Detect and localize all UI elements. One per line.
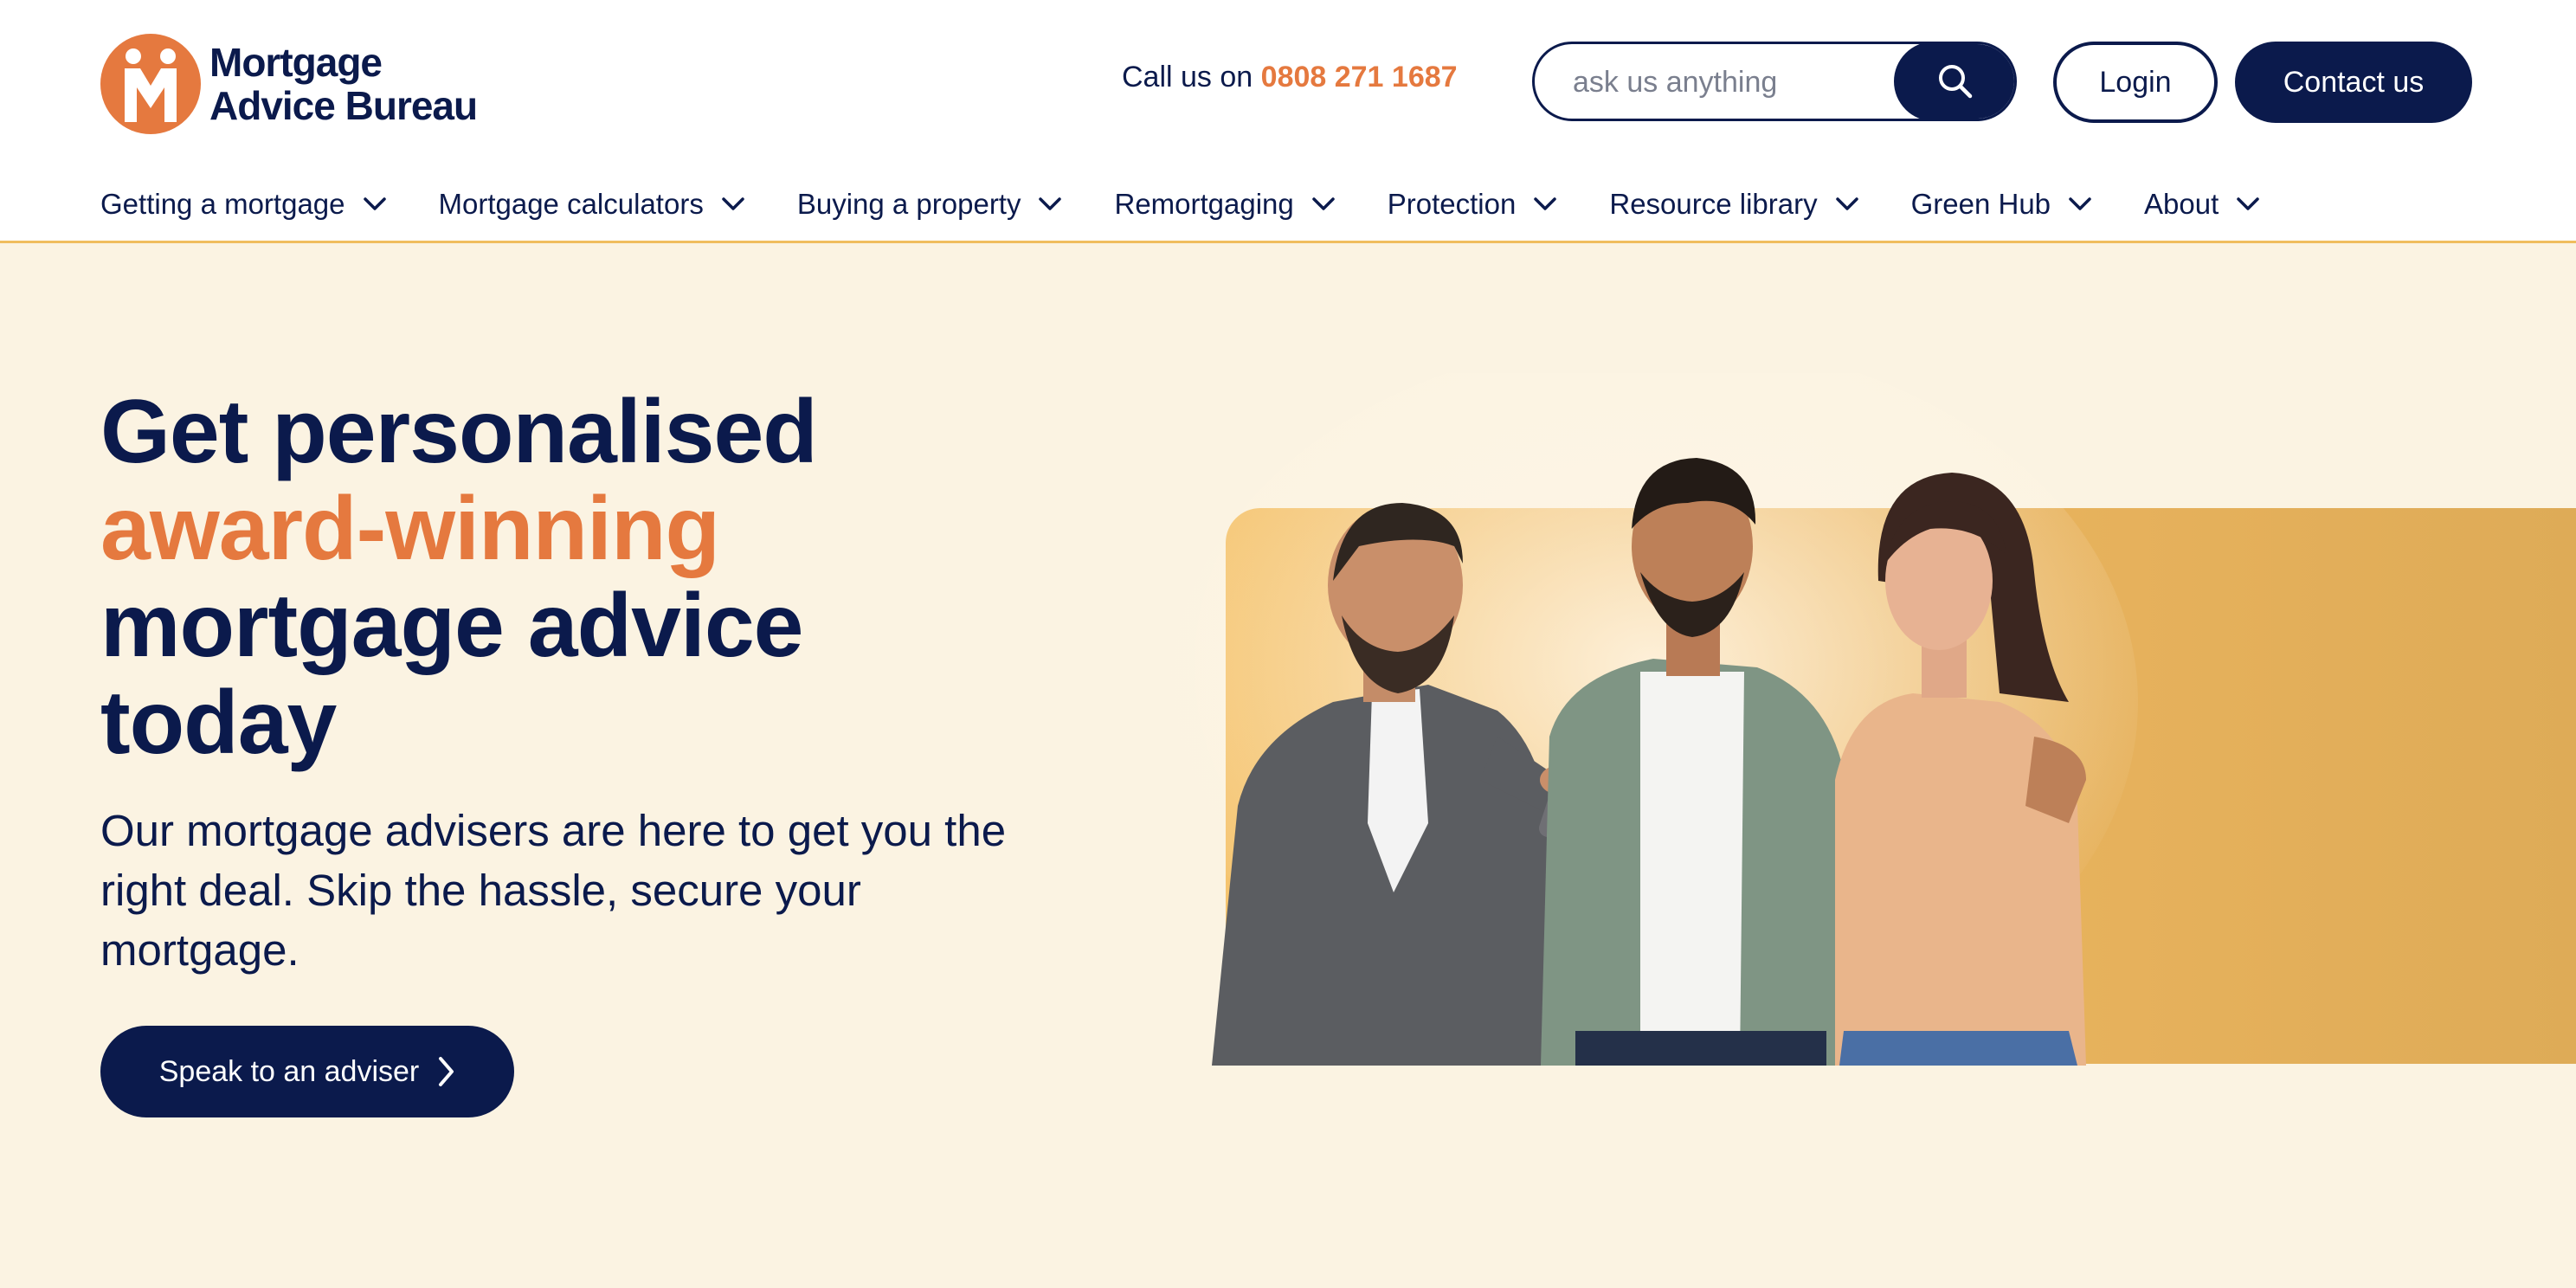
- logo-mark-icon: [100, 34, 201, 134]
- cta-label: Speak to an adviser: [158, 1054, 420, 1088]
- site-header: Mortgage Advice Bureau Call us on 0808 2…: [0, 0, 2576, 163]
- search-button[interactable]: [1894, 44, 2014, 119]
- search-icon: [1939, 65, 1973, 99]
- nav-item-label: Remortgaging: [1114, 188, 1294, 220]
- nav-item-buying-a-property[interactable]: Buying a property: [797, 188, 1063, 221]
- headline-accent: award-winning: [100, 479, 720, 579]
- nav-item-label: Buying a property: [796, 188, 1021, 220]
- chevron-down-icon: [363, 197, 386, 210]
- nav-item-getting-a-mortgage[interactable]: Getting a mortgage: [100, 188, 387, 221]
- chevron-right-icon: [439, 1057, 454, 1086]
- login-button[interactable]: Login: [2053, 42, 2218, 123]
- contact-us-button[interactable]: Contact us: [2235, 42, 2472, 123]
- call-us: Call us on 0808 271 1687: [1122, 61, 1458, 94]
- chevron-down-icon: [722, 197, 744, 210]
- logo[interactable]: Mortgage Advice Bureau: [100, 33, 478, 135]
- logo-line-1: Mortgage: [209, 40, 383, 85]
- headline-line-3: mortgage advice: [100, 576, 804, 676]
- hero-subtext: Our mortgage advisers are here to get yo…: [100, 806, 1007, 975]
- headline-line-4: today: [100, 673, 337, 773]
- search-box: [1532, 42, 2017, 121]
- hero-photo-people: [1169, 373, 2138, 1066]
- chevron-down-icon: [1312, 197, 1335, 210]
- chevron-down-icon: [1534, 197, 1557, 210]
- nav-item-label: Mortgage calculators: [438, 188, 704, 220]
- call-prefix: Call us on: [1122, 61, 1253, 93]
- nav-item-label: Protection: [1387, 188, 1517, 220]
- chevron-down-icon: [1039, 197, 1062, 210]
- hero-headline: Get personalised award-winning mortgage …: [100, 382, 818, 773]
- chevron-down-icon: [2069, 197, 2091, 210]
- nav-item-label: Getting a mortgage: [100, 188, 345, 220]
- headline-line-1: Get personalised: [100, 382, 818, 482]
- nav-item-mortgage-calculators[interactable]: Mortgage calculators: [439, 188, 745, 221]
- logo-line-2: Advice Bureau: [209, 83, 478, 128]
- logo-text: Mortgage Advice Bureau: [209, 40, 478, 128]
- search-input[interactable]: [1535, 44, 1921, 119]
- nav-item-label: About: [2144, 188, 2219, 220]
- nav-item-resource-library[interactable]: Resource library: [1609, 188, 1858, 221]
- main-nav: Getting a mortgage Mortgage calculators …: [100, 178, 2260, 230]
- nav-item-about[interactable]: About: [2144, 188, 2260, 221]
- nav-item-label: Resource library: [1609, 188, 1818, 220]
- phone-number-link[interactable]: 0808 271 1687: [1261, 61, 1458, 93]
- nav-item-green-hub[interactable]: Green Hub: [1911, 188, 2092, 221]
- nav-item-protection[interactable]: Protection: [1388, 188, 1558, 221]
- speak-to-adviser-button[interactable]: Speak to an adviser: [100, 1026, 514, 1117]
- chevron-down-icon: [2237, 197, 2260, 210]
- nav-item-label: Green Hub: [1910, 188, 2051, 220]
- chevron-down-icon: [1835, 197, 1858, 210]
- nav-item-remortgaging[interactable]: Remortgaging: [1114, 188, 1335, 221]
- hero-section: Get personalised award-winning mortgage …: [0, 243, 2576, 1288]
